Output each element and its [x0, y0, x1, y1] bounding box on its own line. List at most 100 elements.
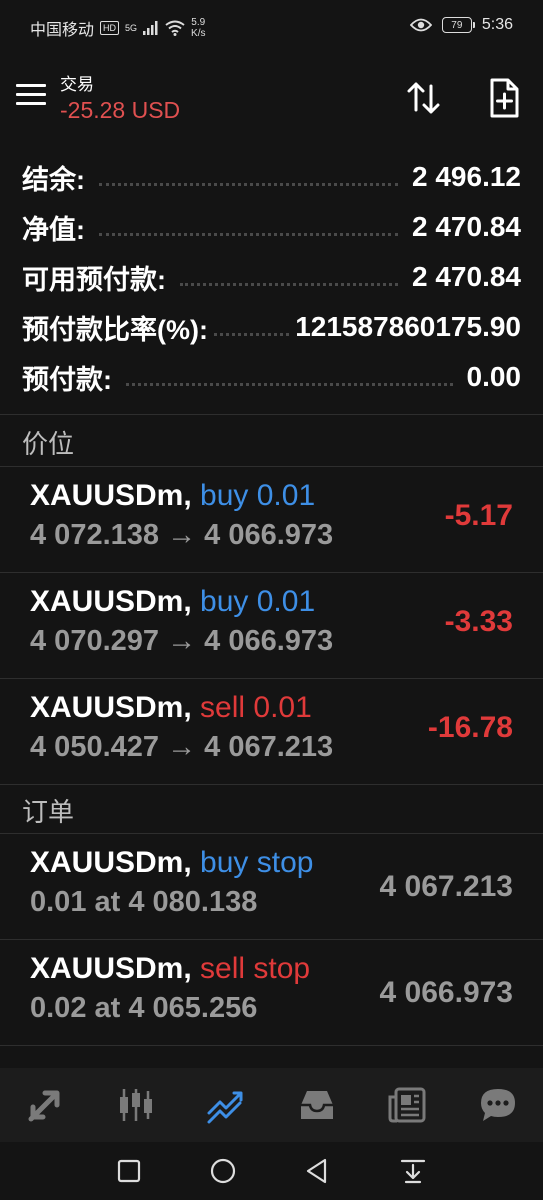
order-detail: 0.02 at 4 065.256	[30, 992, 258, 1024]
symbol: XAUUSDm,	[30, 585, 192, 618]
summary-label: 结余:	[22, 164, 85, 195]
nav-history[interactable]	[287, 1075, 347, 1135]
nav-quotes[interactable]	[15, 1075, 75, 1135]
summary-row-margin-level: 预付款比率(%): 121587860175.90	[0, 302, 543, 352]
orders-header: 订单	[22, 797, 75, 827]
bottom-navigation	[0, 1068, 543, 1142]
history-icon	[300, 1091, 333, 1119]
order-title: XAUUSDm, buy stop	[30, 846, 313, 880]
news-icon	[388, 1087, 426, 1123]
summary-value: 0.00	[466, 361, 522, 392]
page-title: 交易	[60, 75, 94, 94]
chart-icon	[119, 1089, 152, 1121]
position-title: XAUUSDm, buy 0.01	[30, 479, 315, 513]
position-row[interactable]: XAUUSDm, buy 0.01 4 072.138 → 4 066.973 …	[0, 467, 543, 572]
position-profit: -3.33	[444, 605, 513, 638]
summary-label: 净值:	[22, 214, 85, 245]
open-price: 4 050.427	[30, 731, 160, 763]
position-profit: -16.78	[427, 711, 513, 744]
order-market-price: 4 067.213	[379, 870, 513, 903]
arrow-icon: →	[167, 731, 197, 763]
position-side: buy 0.01	[200, 585, 316, 618]
new-order-icon[interactable]	[484, 76, 524, 120]
clock: 5:36	[481, 16, 513, 33]
open-price: 4 070.297	[30, 625, 160, 657]
summary-value: 2 470.84	[412, 211, 521, 242]
positions-header: 价位	[22, 429, 75, 459]
divider	[0, 784, 543, 785]
dotted-leader	[126, 382, 453, 386]
position-title: XAUUSDm, buy 0.01	[30, 585, 315, 619]
home-icon[interactable]	[208, 1156, 238, 1186]
position-profit: -5.17	[444, 499, 513, 532]
summary-row-equity: 净值: 2 470.84	[0, 202, 543, 252]
summary-value: 2 496.12	[412, 161, 521, 192]
hd-badge: HD	[100, 21, 120, 35]
battery-level: 79	[451, 19, 463, 31]
nav-messages[interactable]	[468, 1075, 528, 1135]
summary-row-free-margin: 可用预付款: 2 470.84	[0, 252, 543, 302]
arrow-icon: →	[167, 519, 197, 551]
battery-icon: 79	[441, 17, 475, 33]
order-title: XAUUSDm, sell stop	[30, 952, 310, 986]
total-profit: -25.28 USD	[60, 97, 181, 123]
speed-unit: K/s	[191, 28, 206, 39]
quotes-icon	[28, 1090, 60, 1122]
position-row[interactable]: XAUUSDm, sell 0.01 4 050.427 → 4 067.213…	[0, 679, 543, 784]
position-side: sell 0.01	[200, 691, 312, 724]
position-prices: 4 070.297 → 4 066.973	[30, 625, 333, 658]
summary-row-margin: 预付款: 0.00	[0, 352, 543, 402]
position-prices: 4 050.427 → 4 067.213	[30, 731, 333, 764]
position-prices: 4 072.138 → 4 066.973	[30, 519, 333, 552]
menu-icon-line	[16, 102, 46, 105]
position-row[interactable]: XAUUSDm, buy 0.01 4 070.297 → 4 066.973 …	[0, 573, 543, 678]
dotted-leader	[213, 332, 290, 336]
messages-icon	[480, 1089, 515, 1121]
order-row[interactable]: XAUUSDm, sell stop 0.02 at 4 065.256 4 0…	[0, 940, 543, 1045]
symbol: XAUUSDm,	[30, 479, 192, 512]
eye-icon	[409, 18, 432, 32]
order-type: buy stop	[200, 846, 314, 879]
dotted-leader	[180, 282, 398, 286]
nav-chart[interactable]	[106, 1075, 166, 1135]
summary-label: 预付款比率(%):	[22, 314, 208, 345]
summary-value: 2 470.84	[412, 261, 521, 292]
order-market-price: 4 066.973	[379, 976, 513, 1009]
position-title: XAUUSDm, sell 0.01	[30, 691, 312, 725]
nav-trade[interactable]	[196, 1075, 256, 1135]
dotted-leader	[99, 182, 398, 186]
network-speed: 5.9 K/s	[191, 17, 205, 39]
symbol: XAUUSDm,	[30, 846, 192, 879]
system-navigation-bar	[0, 1142, 543, 1200]
current-price: 4 066.973	[204, 625, 334, 657]
trade-icon	[207, 1091, 243, 1124]
symbol: XAUUSDm,	[30, 952, 192, 985]
account-summary: 结余: 2 496.12 净值: 2 470.84 可用预付款: 2 470.8…	[0, 152, 543, 402]
menu-icon-line	[16, 84, 46, 87]
current-price: 4 066.973	[204, 519, 334, 551]
order-type: sell stop	[200, 952, 311, 985]
arrow-icon: →	[167, 625, 197, 657]
menu-button[interactable]	[16, 84, 46, 110]
open-price: 4 072.138	[30, 519, 160, 551]
summary-row-balance: 结余: 2 496.12	[0, 152, 543, 202]
summary-label: 预付款:	[22, 364, 112, 395]
current-price: 4 067.213	[204, 731, 334, 763]
signal-icon	[143, 21, 158, 35]
speed-value: 5.9	[191, 17, 206, 28]
order-row[interactable]: XAUUSDm, buy stop 0.01 at 4 080.138 4 06…	[0, 834, 543, 939]
status-left: 中国移动 HD 5G 5.9 K/s	[30, 16, 205, 40]
wifi-icon	[165, 20, 185, 36]
back-icon[interactable]	[302, 1156, 332, 1186]
sort-icon[interactable]	[404, 78, 444, 118]
summary-label: 可用预付款:	[22, 264, 166, 295]
nav-news[interactable]	[377, 1075, 437, 1135]
order-detail: 0.01 at 4 080.138	[30, 886, 258, 918]
status-bar: 中国移动 HD 5G 5.9 K/s 79 5:36	[0, 0, 543, 56]
recent-apps-icon[interactable]	[114, 1156, 144, 1186]
carrier-name: 中国移动	[30, 22, 95, 39]
notification-pull-icon[interactable]	[398, 1156, 428, 1186]
status-right: 79 5:36	[409, 16, 513, 34]
divider	[0, 1045, 543, 1046]
divider	[0, 414, 543, 415]
